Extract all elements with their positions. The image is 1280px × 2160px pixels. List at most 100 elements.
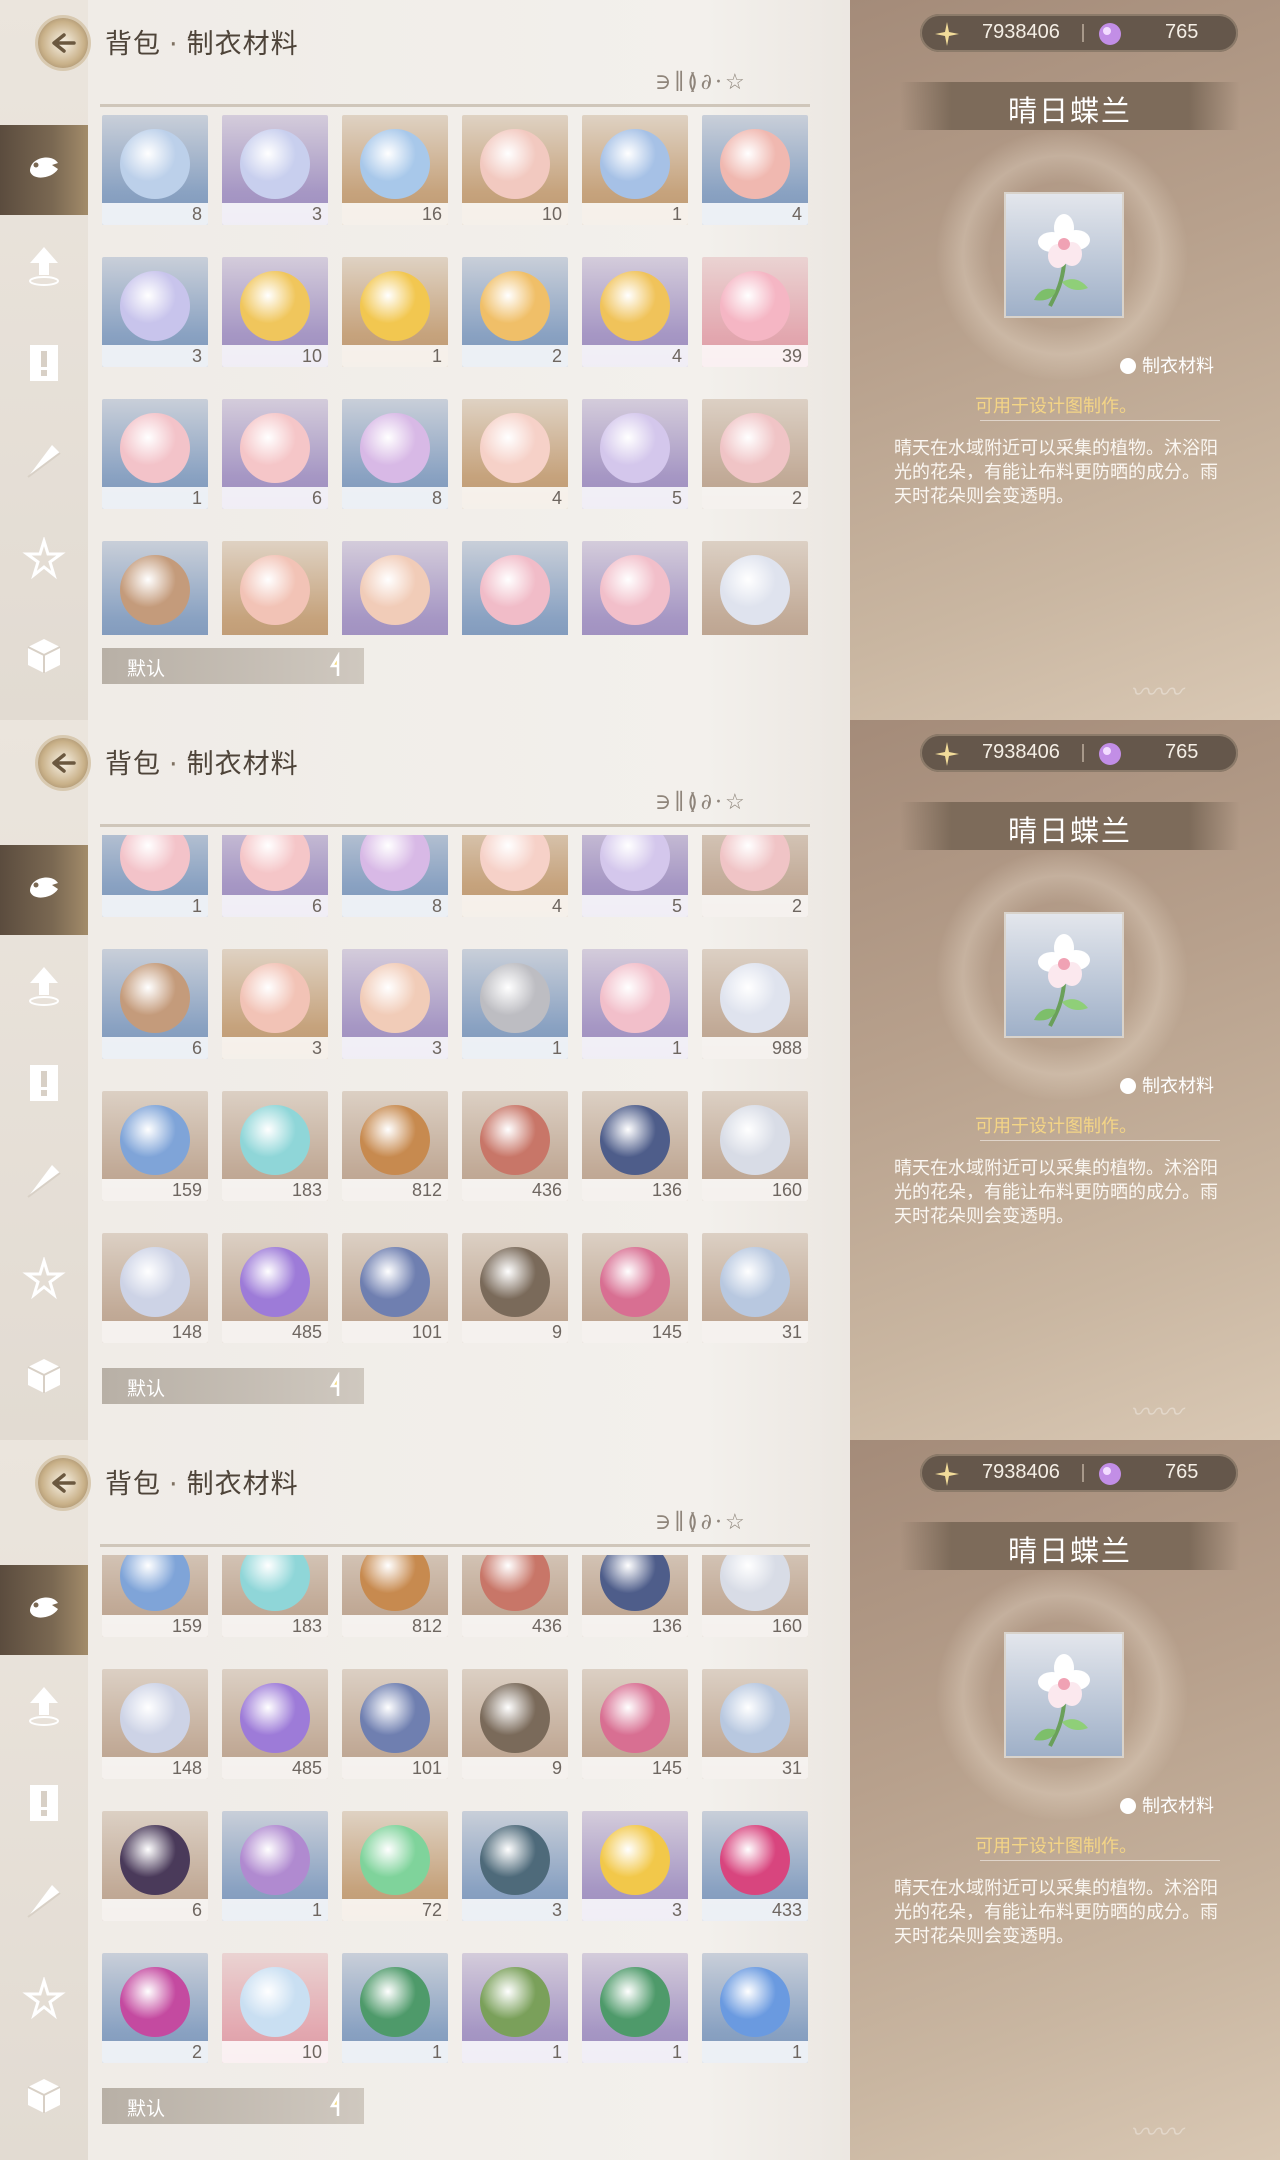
material-item[interactable]: 101	[342, 1669, 448, 1779]
material-item[interactable]	[462, 541, 568, 635]
material-item[interactable]: 8	[102, 115, 208, 225]
material-item[interactable]: 16	[342, 115, 448, 225]
star-tab[interactable]	[0, 1237, 88, 1327]
material-item[interactable]: 136	[582, 1091, 688, 1201]
material-item[interactable]: 1	[102, 399, 208, 509]
material-item[interactable]: 148	[102, 1233, 208, 1343]
material-item[interactable]: 1	[582, 949, 688, 1059]
material-item[interactable]: 31	[702, 1233, 808, 1343]
material-item[interactable]	[222, 541, 328, 635]
material-item[interactable]: 72	[342, 1811, 448, 1921]
material-item[interactable]: 3	[582, 1811, 688, 1921]
material-item[interactable]: 436	[462, 1555, 568, 1637]
sort-dropdown[interactable]: 默认	[102, 1368, 364, 1404]
material-item[interactable]: 812	[342, 1091, 448, 1201]
material-item[interactable]: 148	[102, 1669, 208, 1779]
material-item[interactable]: 988	[702, 949, 808, 1059]
material-item[interactable]: 3	[462, 1811, 568, 1921]
material-item[interactable]: 1	[582, 1953, 688, 2063]
upgrade-tab[interactable]	[0, 943, 88, 1033]
feather-tab[interactable]	[0, 1859, 88, 1949]
item-count: 6	[102, 1037, 208, 1059]
material-item[interactable]: 6	[102, 949, 208, 1059]
material-item[interactable]: 8	[342, 399, 448, 509]
material-item[interactable]: 4	[462, 835, 568, 917]
material-item[interactable]: 485	[222, 1669, 328, 1779]
feather-tab[interactable]	[0, 1139, 88, 1229]
box-tab[interactable]	[0, 615, 88, 705]
material-item[interactable]: 31	[702, 1669, 808, 1779]
material-item[interactable]: 1	[222, 1811, 328, 1921]
quest-tab[interactable]	[0, 1761, 88, 1851]
material-item[interactable]: 10	[462, 115, 568, 225]
material-item[interactable]: 6	[222, 835, 328, 917]
material-item[interactable]: 1	[702, 1953, 808, 2063]
material-item[interactable]: 3	[222, 115, 328, 225]
material-item[interactable]: 4	[462, 399, 568, 509]
material-item[interactable]: 145	[582, 1669, 688, 1779]
material-item[interactable]: 183	[222, 1555, 328, 1637]
item-grid[interactable]: 8 3 16 10 1 4 3 10 1 2 4 39 1 6 8 4 5 2	[102, 115, 812, 635]
material-item[interactable]	[582, 541, 688, 635]
material-item[interactable]: 1	[102, 835, 208, 917]
material-item[interactable]: 4	[582, 257, 688, 367]
material-item[interactable]: 159	[102, 1555, 208, 1637]
material-item[interactable]	[702, 541, 808, 635]
material-item[interactable]: 6	[222, 399, 328, 509]
upgrade-tab[interactable]	[0, 1663, 88, 1753]
material-item[interactable]: 436	[462, 1091, 568, 1201]
box-tab[interactable]	[0, 1335, 88, 1425]
material-item[interactable]: 1	[462, 1953, 568, 2063]
material-item[interactable]: 4	[702, 115, 808, 225]
back-button[interactable]	[38, 18, 88, 68]
material-item[interactable]: 433	[702, 1811, 808, 1921]
fish-tab[interactable]	[0, 1565, 88, 1655]
sort-dropdown[interactable]: 默认	[102, 2088, 364, 2124]
material-item[interactable]: 3	[222, 949, 328, 1059]
back-button[interactable]	[38, 1458, 88, 1508]
material-item[interactable]: 39	[702, 257, 808, 367]
material-item[interactable]: 485	[222, 1233, 328, 1343]
material-item[interactable]: 160	[702, 1091, 808, 1201]
fish-tab[interactable]	[0, 125, 88, 215]
material-item[interactable]: 5	[582, 835, 688, 917]
item-grid[interactable]: 159 183 812 436 136 160 148 485 101 9 145 31 6 1 72 3 3 4…	[102, 1555, 812, 2075]
material-item[interactable]: 9	[462, 1669, 568, 1779]
back-button[interactable]	[38, 738, 88, 788]
material-item[interactable]: 3	[102, 257, 208, 367]
material-item[interactable]: 2	[102, 1953, 208, 2063]
box-tab[interactable]	[0, 2055, 88, 2145]
material-item[interactable]: 145	[582, 1233, 688, 1343]
material-item[interactable]: 812	[342, 1555, 448, 1637]
material-item[interactable]: 2	[462, 257, 568, 367]
material-item[interactable]: 9	[462, 1233, 568, 1343]
feather-tab[interactable]	[0, 419, 88, 509]
material-item[interactable]: 1	[342, 1953, 448, 2063]
sort-dropdown[interactable]: 默认	[102, 648, 364, 684]
material-item[interactable]: 1	[462, 949, 568, 1059]
material-item[interactable]: 159	[102, 1091, 208, 1201]
upgrade-tab[interactable]	[0, 223, 88, 313]
material-item[interactable]: 1	[582, 115, 688, 225]
material-item[interactable]: 2	[702, 835, 808, 917]
material-item[interactable]	[102, 541, 208, 635]
item-grid[interactable]: 1 6 8 4 5 2 6 3 3 1 1 988 159 183 812 436 136 160 148 485 10…	[102, 835, 812, 1355]
material-item[interactable]: 10	[222, 1953, 328, 2063]
material-item[interactable]: 3	[342, 949, 448, 1059]
material-item[interactable]: 10	[222, 257, 328, 367]
material-item[interactable]: 1	[342, 257, 448, 367]
star-tab[interactable]	[0, 517, 88, 607]
material-item[interactable]: 2	[702, 399, 808, 509]
star-tab[interactable]	[0, 1957, 88, 2047]
material-item[interactable]: 183	[222, 1091, 328, 1201]
quest-tab[interactable]	[0, 1041, 88, 1131]
material-item[interactable]	[342, 541, 448, 635]
quest-tab[interactable]	[0, 321, 88, 411]
material-item[interactable]: 101	[342, 1233, 448, 1343]
material-item[interactable]: 136	[582, 1555, 688, 1637]
material-item[interactable]: 8	[342, 835, 448, 917]
material-item[interactable]: 160	[702, 1555, 808, 1637]
fish-tab[interactable]	[0, 845, 88, 935]
material-item[interactable]: 5	[582, 399, 688, 509]
material-item[interactable]: 6	[102, 1811, 208, 1921]
